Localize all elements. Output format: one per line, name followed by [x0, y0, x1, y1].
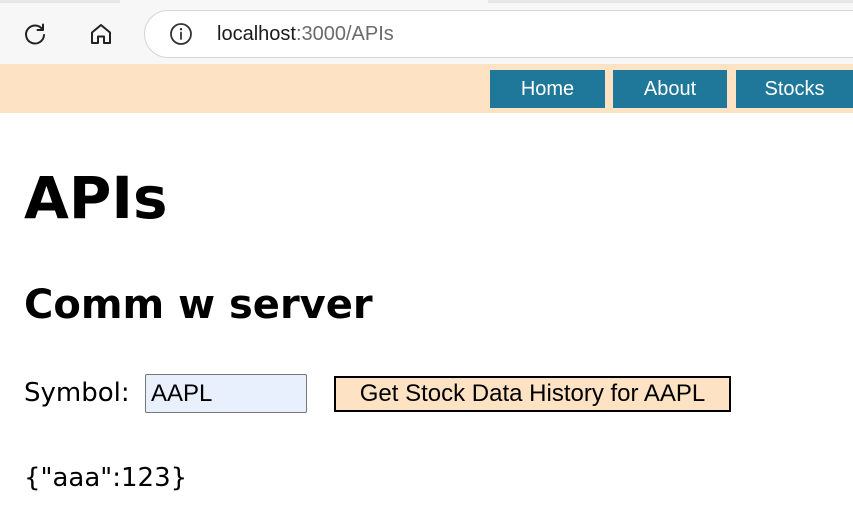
result-output: {"aaa":123}	[24, 463, 188, 493]
section-title: Comm w server	[24, 282, 373, 328]
nav-link-stocks[interactable]: Stocks	[736, 70, 853, 108]
url-path: :3000/APIs	[295, 23, 394, 45]
url-text[interactable]: localhost:3000/APIs	[217, 23, 394, 46]
info-icon[interactable]	[169, 22, 193, 46]
address-bar[interactable]: localhost:3000/APIs	[144, 10, 853, 58]
url-host: localhost	[217, 23, 296, 45]
nav-link-about[interactable]: About	[613, 70, 727, 108]
nav-link-home[interactable]: Home	[490, 70, 605, 108]
symbol-label: Symbol:	[24, 378, 130, 408]
refresh-icon	[25, 23, 45, 45]
home-icon	[91, 24, 111, 44]
site-nav: Home About Stocks	[0, 64, 853, 113]
refresh-button[interactable]	[17, 16, 53, 52]
browser-toolbar: localhost:3000/APIs	[0, 0, 853, 65]
get-stock-data-button[interactable]: Get Stock Data History for AAPL	[334, 376, 731, 412]
home-button[interactable]	[83, 16, 119, 52]
page-title: APIs	[24, 164, 168, 232]
tab-strip	[488, 0, 853, 3]
symbol-input[interactable]	[145, 374, 307, 413]
tab-strip	[0, 0, 120, 3]
